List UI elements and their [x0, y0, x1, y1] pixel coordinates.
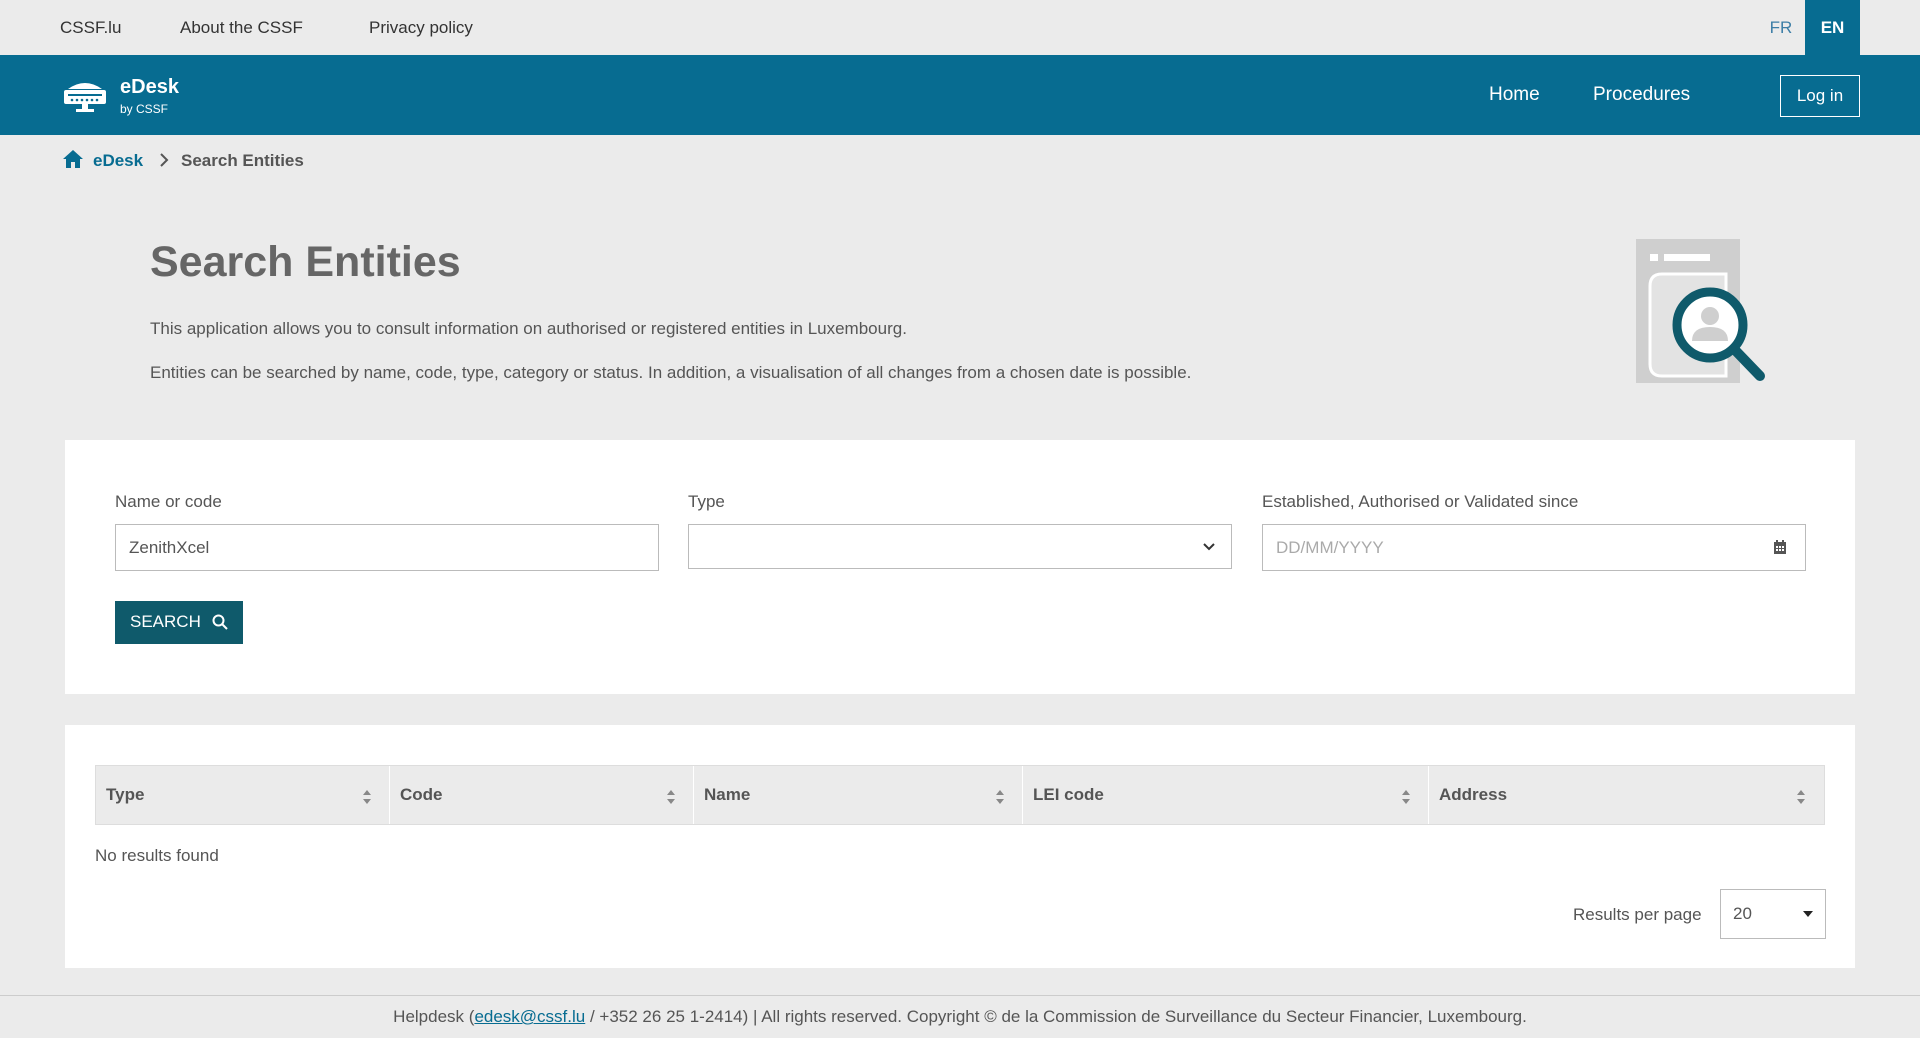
footer-suffix: / +352 26 25 1-2414) | All rights reserv…	[585, 1007, 1527, 1026]
results-per-page-label: Results per page	[1573, 905, 1702, 924]
cssf-link[interactable]: CSSF.lu	[60, 0, 121, 55]
about-cssf-link[interactable]: About the CSSF	[180, 0, 303, 55]
sort-icon	[363, 790, 371, 804]
search-panel: Name or code Type Established, Authorise…	[65, 440, 1855, 694]
type-select[interactable]	[688, 524, 1232, 569]
no-results-message: No results found	[95, 846, 219, 865]
established-since-date-input[interactable]	[1262, 524, 1806, 571]
column-header-lei-code[interactable]: LEI code	[1023, 766, 1429, 824]
column-header-name[interactable]: Name	[694, 766, 1023, 824]
login-button[interactable]: Log in	[1780, 75, 1860, 117]
search-document-illustration-icon	[1636, 239, 1765, 383]
column-header-type[interactable]: Type	[96, 766, 390, 824]
app-subtitle: by CSSF	[120, 102, 169, 116]
language-en-button[interactable]: EN	[1805, 0, 1860, 55]
footer-prefix: Helpdesk (	[393, 1007, 475, 1026]
name-or-code-input[interactable]	[115, 524, 659, 571]
top-utility-bar: CSSF.lu About the CSSF Privacy policy FR…	[0, 0, 1920, 55]
results-table-header: Type Code Name LEI code Address	[95, 765, 1825, 825]
page-title: Search Entities	[150, 238, 461, 286]
search-icon	[212, 614, 228, 630]
caret-down-icon	[1803, 911, 1813, 917]
privacy-policy-link[interactable]: Privacy policy	[369, 0, 473, 55]
nav-procedures[interactable]: Procedures	[1593, 55, 1690, 135]
language-fr-button[interactable]: FR	[1760, 0, 1802, 55]
footer: Helpdesk (edesk@cssf.lu / +352 26 25 1-2…	[0, 995, 1920, 1038]
chevron-right-icon	[160, 153, 169, 167]
name-or-code-label: Name or code	[115, 492, 222, 511]
breadcrumb-edesk-link[interactable]: eDesk	[93, 151, 143, 171]
column-header-code[interactable]: Code	[390, 766, 694, 824]
sort-icon	[1797, 790, 1805, 804]
nav-home[interactable]: Home	[1489, 55, 1540, 135]
results-per-page-select[interactable]: 20	[1720, 889, 1826, 939]
main-header: eDesk by CSSF Home Procedures Log in	[0, 55, 1920, 135]
calendar-icon[interactable]	[1773, 539, 1787, 555]
intro-text-2: Entities can be searched by name, code, …	[150, 363, 1192, 382]
results-panel: Type Code Name LEI code Address No resul…	[65, 725, 1855, 968]
helpdesk-email-link[interactable]: edesk@cssf.lu	[474, 1007, 585, 1026]
established-since-label: Established, Authorised or Validated sin…	[1262, 492, 1579, 511]
sort-icon	[667, 790, 675, 804]
sort-icon	[996, 790, 1004, 804]
column-header-address[interactable]: Address	[1429, 766, 1824, 824]
search-button-label: SEARCH	[130, 612, 201, 631]
type-label: Type	[688, 492, 725, 511]
search-button[interactable]: SEARCH	[115, 601, 243, 644]
sort-icon	[1402, 790, 1410, 804]
edesk-logo-icon[interactable]	[60, 75, 110, 115]
home-icon[interactable]	[62, 149, 84, 169]
chevron-down-icon	[1203, 543, 1215, 551]
app-name[interactable]: eDesk	[120, 76, 179, 99]
intro-text-1: This application allows you to consult i…	[150, 319, 907, 338]
breadcrumb-current: Search Entities	[181, 151, 304, 170]
results-per-page-value: 20	[1733, 904, 1752, 923]
